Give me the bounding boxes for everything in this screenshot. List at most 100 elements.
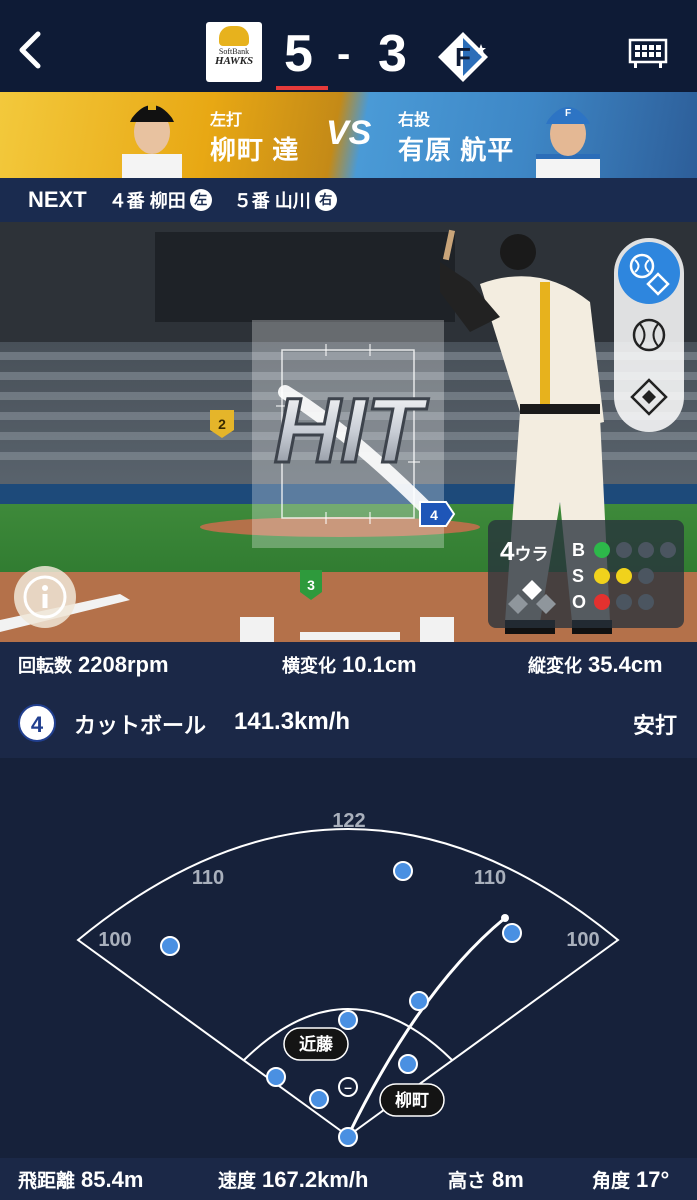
runner-marker: – <box>344 1079 352 1095</box>
fence-label-right: 100 <box>566 929 599 951</box>
strike-dot-3 <box>638 568 654 584</box>
fence-label-center: 122 <box>332 810 365 832</box>
batter-avatar <box>122 102 182 178</box>
bases-diamond-icon <box>508 580 556 614</box>
launch-angle-label: 角度 <box>592 1171 631 1192</box>
outs-row: O <box>572 590 660 614</box>
next-batter-2-hand-badge: 右 <box>314 189 337 211</box>
ball-dot-2 <box>616 542 632 558</box>
field-view-button[interactable] <box>618 366 680 428</box>
horizontal-break-stat: 横変化 10.1cm <box>282 652 417 678</box>
back-chevron-icon[interactable] <box>14 30 46 70</box>
strikes-label: S <box>572 565 585 586</box>
vertical-break-stat: 縦変化 35.4cm <box>528 652 663 678</box>
landing-point <box>501 914 509 922</box>
ball-icon <box>632 318 666 352</box>
height-value: 8m <box>492 1167 524 1192</box>
view-toggle-group <box>614 238 684 432</box>
pitcher-hand-label: 右投 <box>398 112 431 129</box>
pitch-speed: 141.3km/h <box>234 708 351 735</box>
pitch-number-badge: 4 <box>18 704 56 742</box>
vertical-break-value: 35.4cm <box>588 652 663 677</box>
fielder-tag-kondo: 近藤 <box>283 1027 349 1061</box>
next-batters-bar: NEXT ４番 柳田 左 ５番 山川 右 <box>0 178 697 222</box>
top-bar: SoftBank HAWKS 5 - 3 F <box>0 0 697 92</box>
fielder-first <box>398 1054 418 1074</box>
fielder-tag-kondo-label: 近藤 <box>299 1034 334 1054</box>
height-stat: 高さ 8m <box>448 1166 524 1193</box>
pitch-marker-2-label: 2 <box>218 416 226 432</box>
next-batter-2: ５番 山川 右 <box>234 187 337 213</box>
next-batter-1-hand-badge: 左 <box>189 189 212 211</box>
distance-label: 飛距離 <box>18 1171 76 1192</box>
scoreboard-icon[interactable] <box>628 38 668 70</box>
pitch-result: 安打 <box>632 713 677 738</box>
ball-dot-4 <box>660 542 676 558</box>
fielder-right <box>502 923 522 943</box>
strike-dot-1 <box>594 568 610 584</box>
horizontal-break-label: 横変化 <box>282 656 336 676</box>
pitch-metrics-bar: 回転数 2208rpm 横変化 10.1cm 縦変化 35.4cm <box>0 642 697 688</box>
home-logo-line2: HAWKS <box>214 55 254 67</box>
pitch-type: カットボール <box>74 713 207 738</box>
spin-rate-value: 2208rpm <box>78 652 169 677</box>
exit-speed-label: 速度 <box>218 1171 257 1192</box>
horizontal-break-value: 10.1cm <box>342 652 417 677</box>
away-score: 3 <box>378 25 407 83</box>
balls-label: B <box>572 539 585 560</box>
score-separator: - <box>337 32 351 76</box>
fielder-tag-yanagimachi-label: 柳町 <box>395 1090 429 1110</box>
fielder-catcher <box>338 1127 358 1147</box>
away-logo-letter: F <box>455 42 471 72</box>
spin-rate-stat: 回転数 2208rpm <box>18 652 169 678</box>
fence-label-left: 100 <box>98 929 131 951</box>
outs-label: O <box>572 591 587 612</box>
inning-half: ウラ <box>514 545 549 564</box>
fence-label-right-center: 110 <box>474 867 506 889</box>
inning-number: 4 <box>500 536 515 566</box>
distance-value: 85.4m <box>81 1167 144 1192</box>
field-diagram: 100 110 122 110 100 – 近藤 柳町 <box>76 810 620 1147</box>
out-dot-1 <box>594 594 610 610</box>
pitch-view-icon <box>629 253 670 296</box>
fielder-pitcher <box>309 1089 329 1109</box>
height-label: 高さ <box>448 1171 487 1192</box>
inning-indicator: 4ウラ <box>500 536 548 567</box>
pitch-view-button[interactable] <box>618 242 680 304</box>
fielder-short <box>338 1010 358 1030</box>
batted-ball-metrics-bar: 飛距離 85.4m 速度 167.2km/h 高さ 8m 角度 17° <box>0 1158 697 1200</box>
fielder-third <box>266 1067 286 1087</box>
hit-banner: HIT <box>274 380 429 482</box>
next-batter-1-order: ４番 柳田 <box>108 191 186 211</box>
launch-angle-value: 17° <box>636 1167 670 1192</box>
batter-hand-label: 左打 <box>210 112 243 129</box>
hawk-crest-icon <box>219 26 249 46</box>
balls-row: B <box>572 538 682 562</box>
pitcher-name: 有原 航平 <box>398 135 515 165</box>
vs-label: VS <box>326 114 372 152</box>
pitch-marker-3-label: 3 <box>307 577 315 593</box>
ball-dot-3 <box>638 542 654 558</box>
fielder-second <box>409 991 429 1011</box>
fielder-left <box>160 936 180 956</box>
pitcher-avatar: F <box>536 107 600 178</box>
launch-angle-stat: 角度 17° <box>592 1166 669 1193</box>
home-score-underline <box>276 86 328 90</box>
count-panel: 4ウラ B S O <box>488 520 684 628</box>
distance-stat: 飛距離 85.4m <box>18 1166 143 1193</box>
fence-label-left-center: 110 <box>192 867 224 889</box>
exit-speed-value: 167.2km/h <box>262 1167 369 1192</box>
diamond-icon <box>630 378 668 416</box>
next-batter-1: ４番 柳田 左 <box>109 187 212 213</box>
fielder-tag-yanagimachi: 柳町 <box>379 1083 445 1117</box>
away-team-logo-icon: F <box>438 32 488 82</box>
info-button[interactable] <box>14 566 76 628</box>
out-dot-2 <box>616 594 632 610</box>
vertical-break-label: 縦変化 <box>528 656 582 676</box>
pitch-marker-4-label: 4 <box>430 507 438 523</box>
ball-view-button[interactable] <box>618 304 680 366</box>
spin-rate-label: 回転数 <box>18 656 72 676</box>
fielder-center <box>393 861 413 881</box>
batter-name: 柳町 達 <box>210 135 300 165</box>
pitch-marker-4[interactable]: 4 <box>419 501 456 527</box>
